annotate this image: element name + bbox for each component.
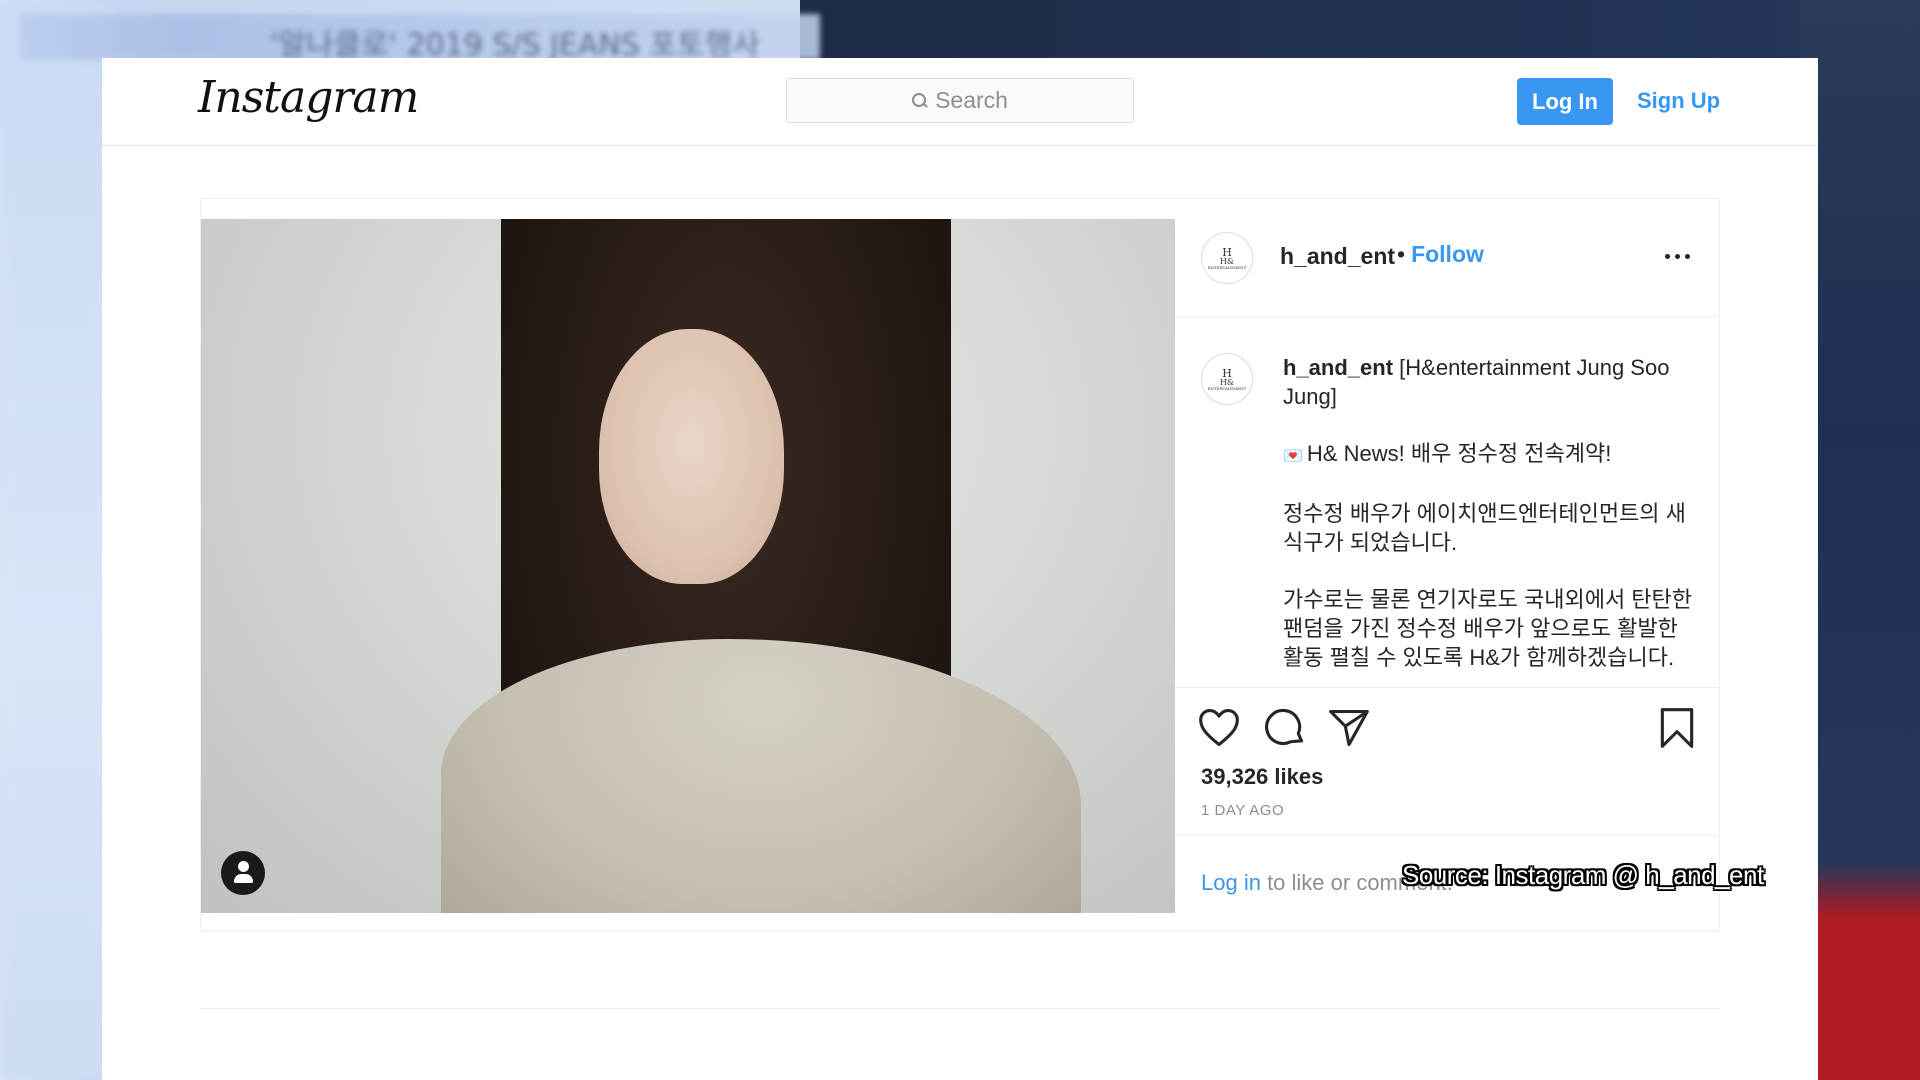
share-icon[interactable] xyxy=(1327,706,1371,750)
caption-title-paragraph: h_and_ent [H&entertainment Jung Soo Jung… xyxy=(1283,353,1703,411)
instagram-logo[interactable]: Instagram xyxy=(198,72,419,123)
user-tag-icon[interactable] xyxy=(221,851,265,895)
source-caption: Source: Instagram @ h_and_ent xyxy=(1402,860,1764,890)
caption-area: H H& ENTERTAINMENT h_and_ent [H&entertai… xyxy=(1175,317,1719,687)
signup-link[interactable]: Sign Up xyxy=(1637,88,1720,114)
search-input[interactable]: Search xyxy=(786,78,1134,123)
caption-username[interactable]: h_and_ent xyxy=(1283,355,1393,380)
like-heart-icon[interactable] xyxy=(1197,706,1241,750)
post-caption: h_and_ent [H&entertainment Jung Soo Jung… xyxy=(1283,353,1703,700)
avatar-mark: H xyxy=(1222,245,1232,259)
top-nav: Instagram Search Log In Sign Up xyxy=(102,58,1818,146)
post-sidebar: H H& ENTERTAINMENT h_and_ent • Follow H H… xyxy=(1175,199,1719,931)
post-header: H H& ENTERTAINMENT h_and_ent • Follow xyxy=(1175,199,1719,317)
caption-paragraph-3: 가수로는 물론 연기자로도 국내외에서 탄탄한 팬덤을 가진 정수정 배우가 앞… xyxy=(1283,587,1693,670)
likes-count[interactable]: 39,326 likes xyxy=(1201,764,1323,790)
avatar[interactable]: H H& ENTERTAINMENT xyxy=(1201,232,1253,284)
instagram-page: Instagram Search Log In Sign Up H H& ENT… xyxy=(102,58,1818,1080)
caption-news-text: H& News! 배우 정수정 전속계약! xyxy=(1306,441,1612,466)
photo-face xyxy=(599,329,784,584)
post-timestamp: 1 DAY AGO xyxy=(1201,802,1285,819)
post-username[interactable]: h_and_ent xyxy=(1280,243,1395,270)
avatar-subtext: ENTERTAINMENT xyxy=(1207,264,1247,270)
avatar-mark: H xyxy=(1222,366,1232,380)
follow-group: • Follow xyxy=(1397,241,1484,268)
avatar-subtext: ENTERTAINMENT xyxy=(1207,385,1247,391)
background-top-dark xyxy=(800,0,1920,60)
caption-news-line: 💌 H& News! 배우 정수정 전속계약! xyxy=(1283,439,1703,471)
follow-button[interactable]: Follow xyxy=(1411,241,1484,267)
search-placeholder: Search xyxy=(935,87,1008,113)
photo-shirt xyxy=(441,639,1081,913)
login-link[interactable]: Log in xyxy=(1201,870,1261,895)
post-photo[interactable] xyxy=(201,219,1175,913)
caption-avatar[interactable]: H H& ENTERTAINMENT xyxy=(1201,353,1253,405)
post-card: H H& ENTERTAINMENT h_and_ent • Follow H H… xyxy=(200,198,1720,932)
more-options-icon[interactable] xyxy=(1665,251,1695,261)
love-letter-icon: 💌 xyxy=(1283,448,1303,465)
comment-icon[interactable] xyxy=(1263,706,1307,750)
login-button[interactable]: Log In xyxy=(1517,78,1613,125)
divider xyxy=(200,1008,1720,1009)
background-left-blur xyxy=(0,0,110,1080)
bullet-separator: • xyxy=(1397,241,1406,267)
search-icon xyxy=(912,93,927,108)
caption-paragraph-2: 정수정 배우가 에이치앤드엔터테인먼트의 새 식구가 되었습니다. xyxy=(1283,501,1686,555)
bookmark-icon[interactable] xyxy=(1655,706,1699,750)
background-right-blur xyxy=(1800,0,1920,1080)
